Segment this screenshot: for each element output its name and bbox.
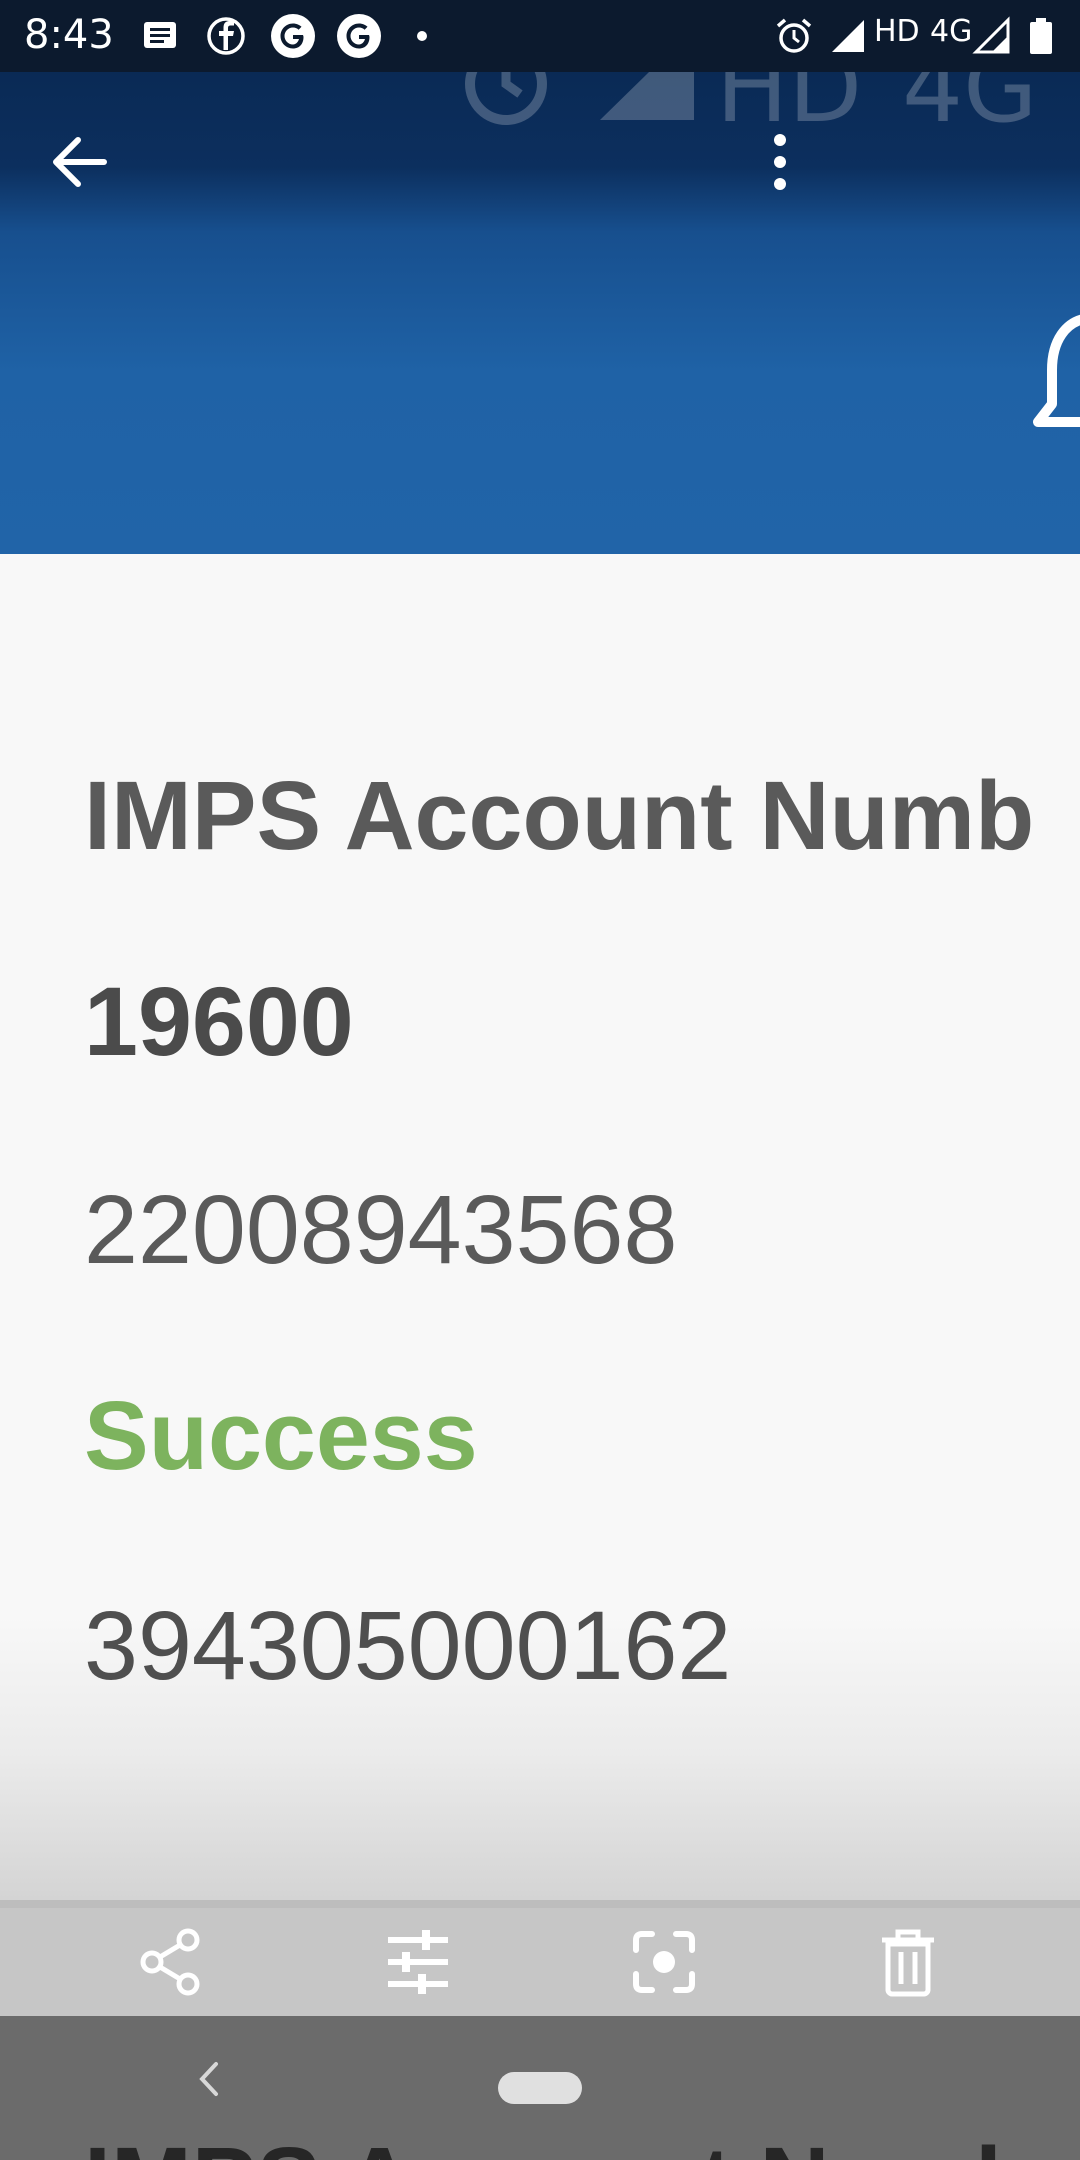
signal-icon	[832, 20, 864, 52]
delete-icon[interactable]	[868, 1922, 948, 2002]
nav-back-icon[interactable]	[188, 2054, 228, 2104]
ghost-network-label: 4G	[902, 72, 1038, 144]
status-time: 8:43	[24, 12, 114, 58]
google-icon	[271, 14, 315, 58]
reference-number: 394305000162	[84, 1591, 732, 1700]
lens-icon[interactable]	[624, 1922, 704, 2002]
back-button[interactable]	[44, 122, 124, 202]
bell-icon	[1033, 314, 1080, 427]
system-nav-bar: IMPS Account Numb	[0, 2016, 1080, 2160]
status-badge: Success	[84, 1381, 478, 1490]
tune-icon[interactable]	[378, 1922, 458, 2002]
transaction-details: IMPS Account Numb 19600 22008943568 Succ…	[0, 554, 1080, 1900]
signal-icon	[972, 16, 1010, 54]
peek-text: IMPS Account Numb	[84, 2126, 1034, 2160]
status-bar: 8:43 HD 4G	[0, 0, 1080, 72]
facebook-icon	[207, 17, 245, 55]
battery-icon	[1030, 18, 1052, 54]
arrow-back-icon	[53, 137, 107, 187]
more-vert-icon	[774, 134, 786, 190]
home-pill-icon[interactable]	[498, 2072, 582, 2104]
transaction-title: IMPS Account Numb	[84, 761, 1035, 870]
google-icon	[337, 14, 381, 58]
transaction-amount: 19600	[84, 967, 354, 1076]
account-number: 22008943568	[84, 1175, 678, 1284]
screenshot-edit-toolbar	[0, 1900, 1080, 2024]
alarm-icon	[776, 18, 812, 53]
app-header: HD 4G	[0, 72, 1080, 554]
network-label: 4G	[930, 14, 973, 49]
hd-label: HD	[874, 14, 920, 49]
signal-icon	[600, 72, 694, 120]
alarm-icon	[465, 72, 547, 125]
more-options-button[interactable]	[730, 122, 790, 202]
message-icon	[144, 22, 176, 48]
dot-icon	[417, 31, 427, 41]
share-icon[interactable]	[132, 1922, 212, 2002]
